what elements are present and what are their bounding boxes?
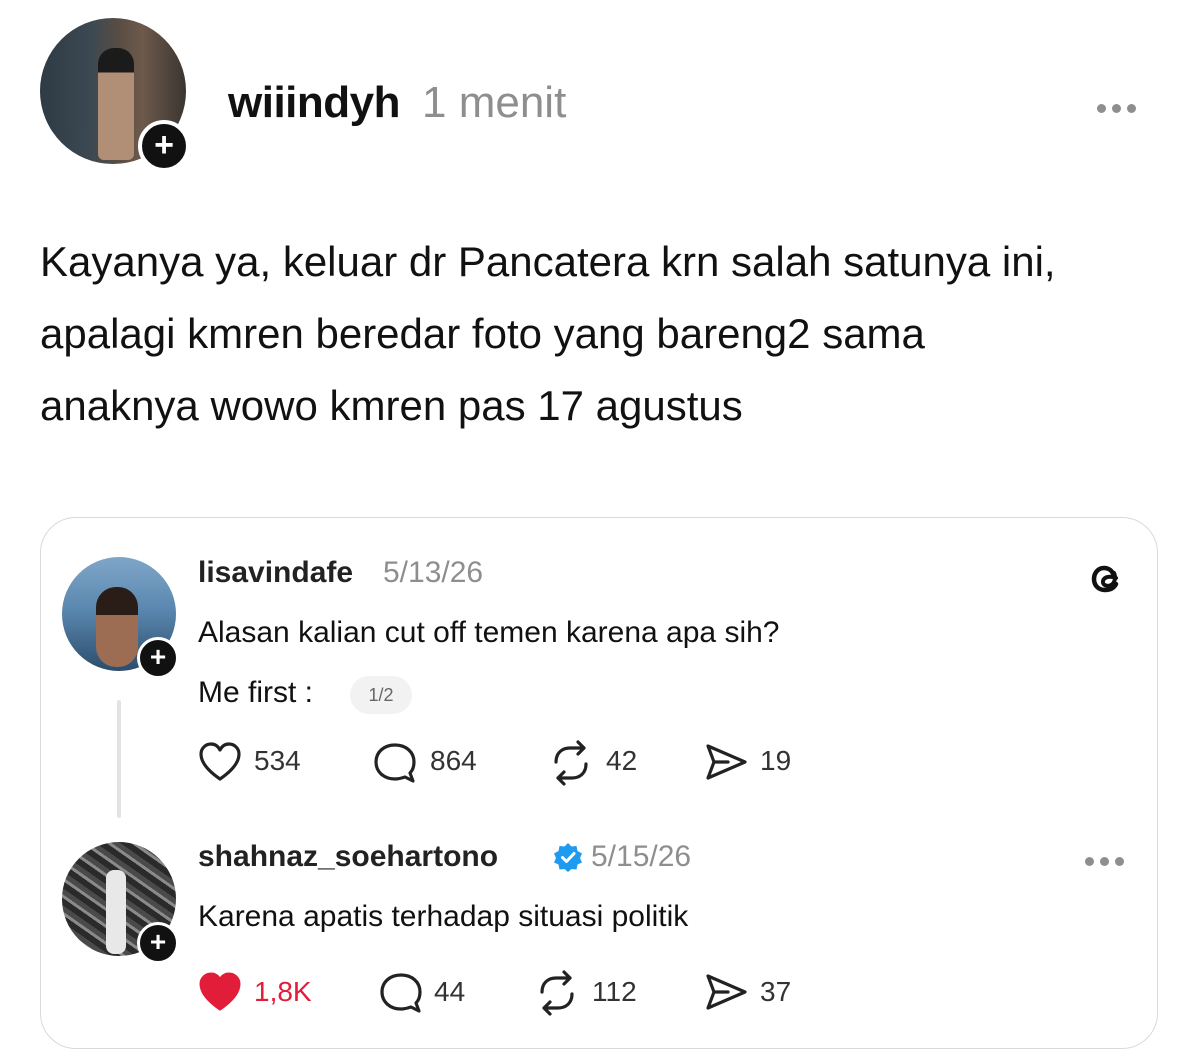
quoted-text-line2: Me first : [198, 676, 314, 709]
like-count: 534 [254, 745, 301, 776]
reply-count: 44 [434, 976, 466, 1007]
thread-connector-line [117, 700, 121, 818]
verified-badge-icon [553, 842, 583, 872]
repost-count: 42 [606, 745, 638, 776]
reply-icon[interactable] [378, 972, 424, 1014]
follow-plus-icon[interactable]: + [137, 922, 179, 964]
share-count: 19 [760, 745, 792, 776]
repost-count: 112 [592, 976, 637, 1007]
share-icon[interactable] [704, 972, 748, 1012]
post-text: Kayanya ya, keluar dr Pancatera krn sala… [40, 238, 1056, 429]
more-options-icon[interactable] [1097, 100, 1143, 113]
reply-text: Karena apatis terhadap situasi politik [198, 900, 689, 933]
reply-date: 5/15/26 [591, 840, 692, 873]
avatar-face [96, 587, 138, 667]
more-options-icon[interactable] [1085, 853, 1131, 866]
share-icon[interactable] [704, 742, 748, 782]
follow-plus-icon[interactable]: + [138, 120, 190, 172]
post-time: 1 menit [422, 78, 567, 127]
avatar-figure [106, 870, 126, 954]
heart-filled-icon[interactable] [198, 972, 242, 1012]
like-count: 1,8K [254, 976, 312, 1007]
repost-icon[interactable] [548, 740, 594, 786]
author-username[interactable]: wiiindyh [228, 78, 401, 128]
follow-plus-icon[interactable]: + [137, 637, 179, 679]
reply-icon[interactable] [372, 742, 418, 784]
share-count: 37 [760, 976, 792, 1007]
quoted-username[interactable]: lisavindafe [198, 556, 353, 590]
threads-icon [1083, 556, 1129, 602]
heart-icon[interactable] [198, 742, 242, 782]
page-indicator[interactable]: 1/2 [350, 676, 412, 714]
reply-count: 864 [430, 745, 477, 776]
reply-username[interactable]: shahnaz_soehartono [198, 840, 498, 874]
quoted-date: 5/13/26 [383, 556, 484, 589]
quoted-text-line1: Alasan kalian cut off temen karena apa s… [198, 616, 780, 649]
avatar-figure [98, 48, 134, 160]
repost-icon[interactable] [534, 970, 580, 1016]
quoted-thread-card[interactable] [40, 517, 1158, 1049]
